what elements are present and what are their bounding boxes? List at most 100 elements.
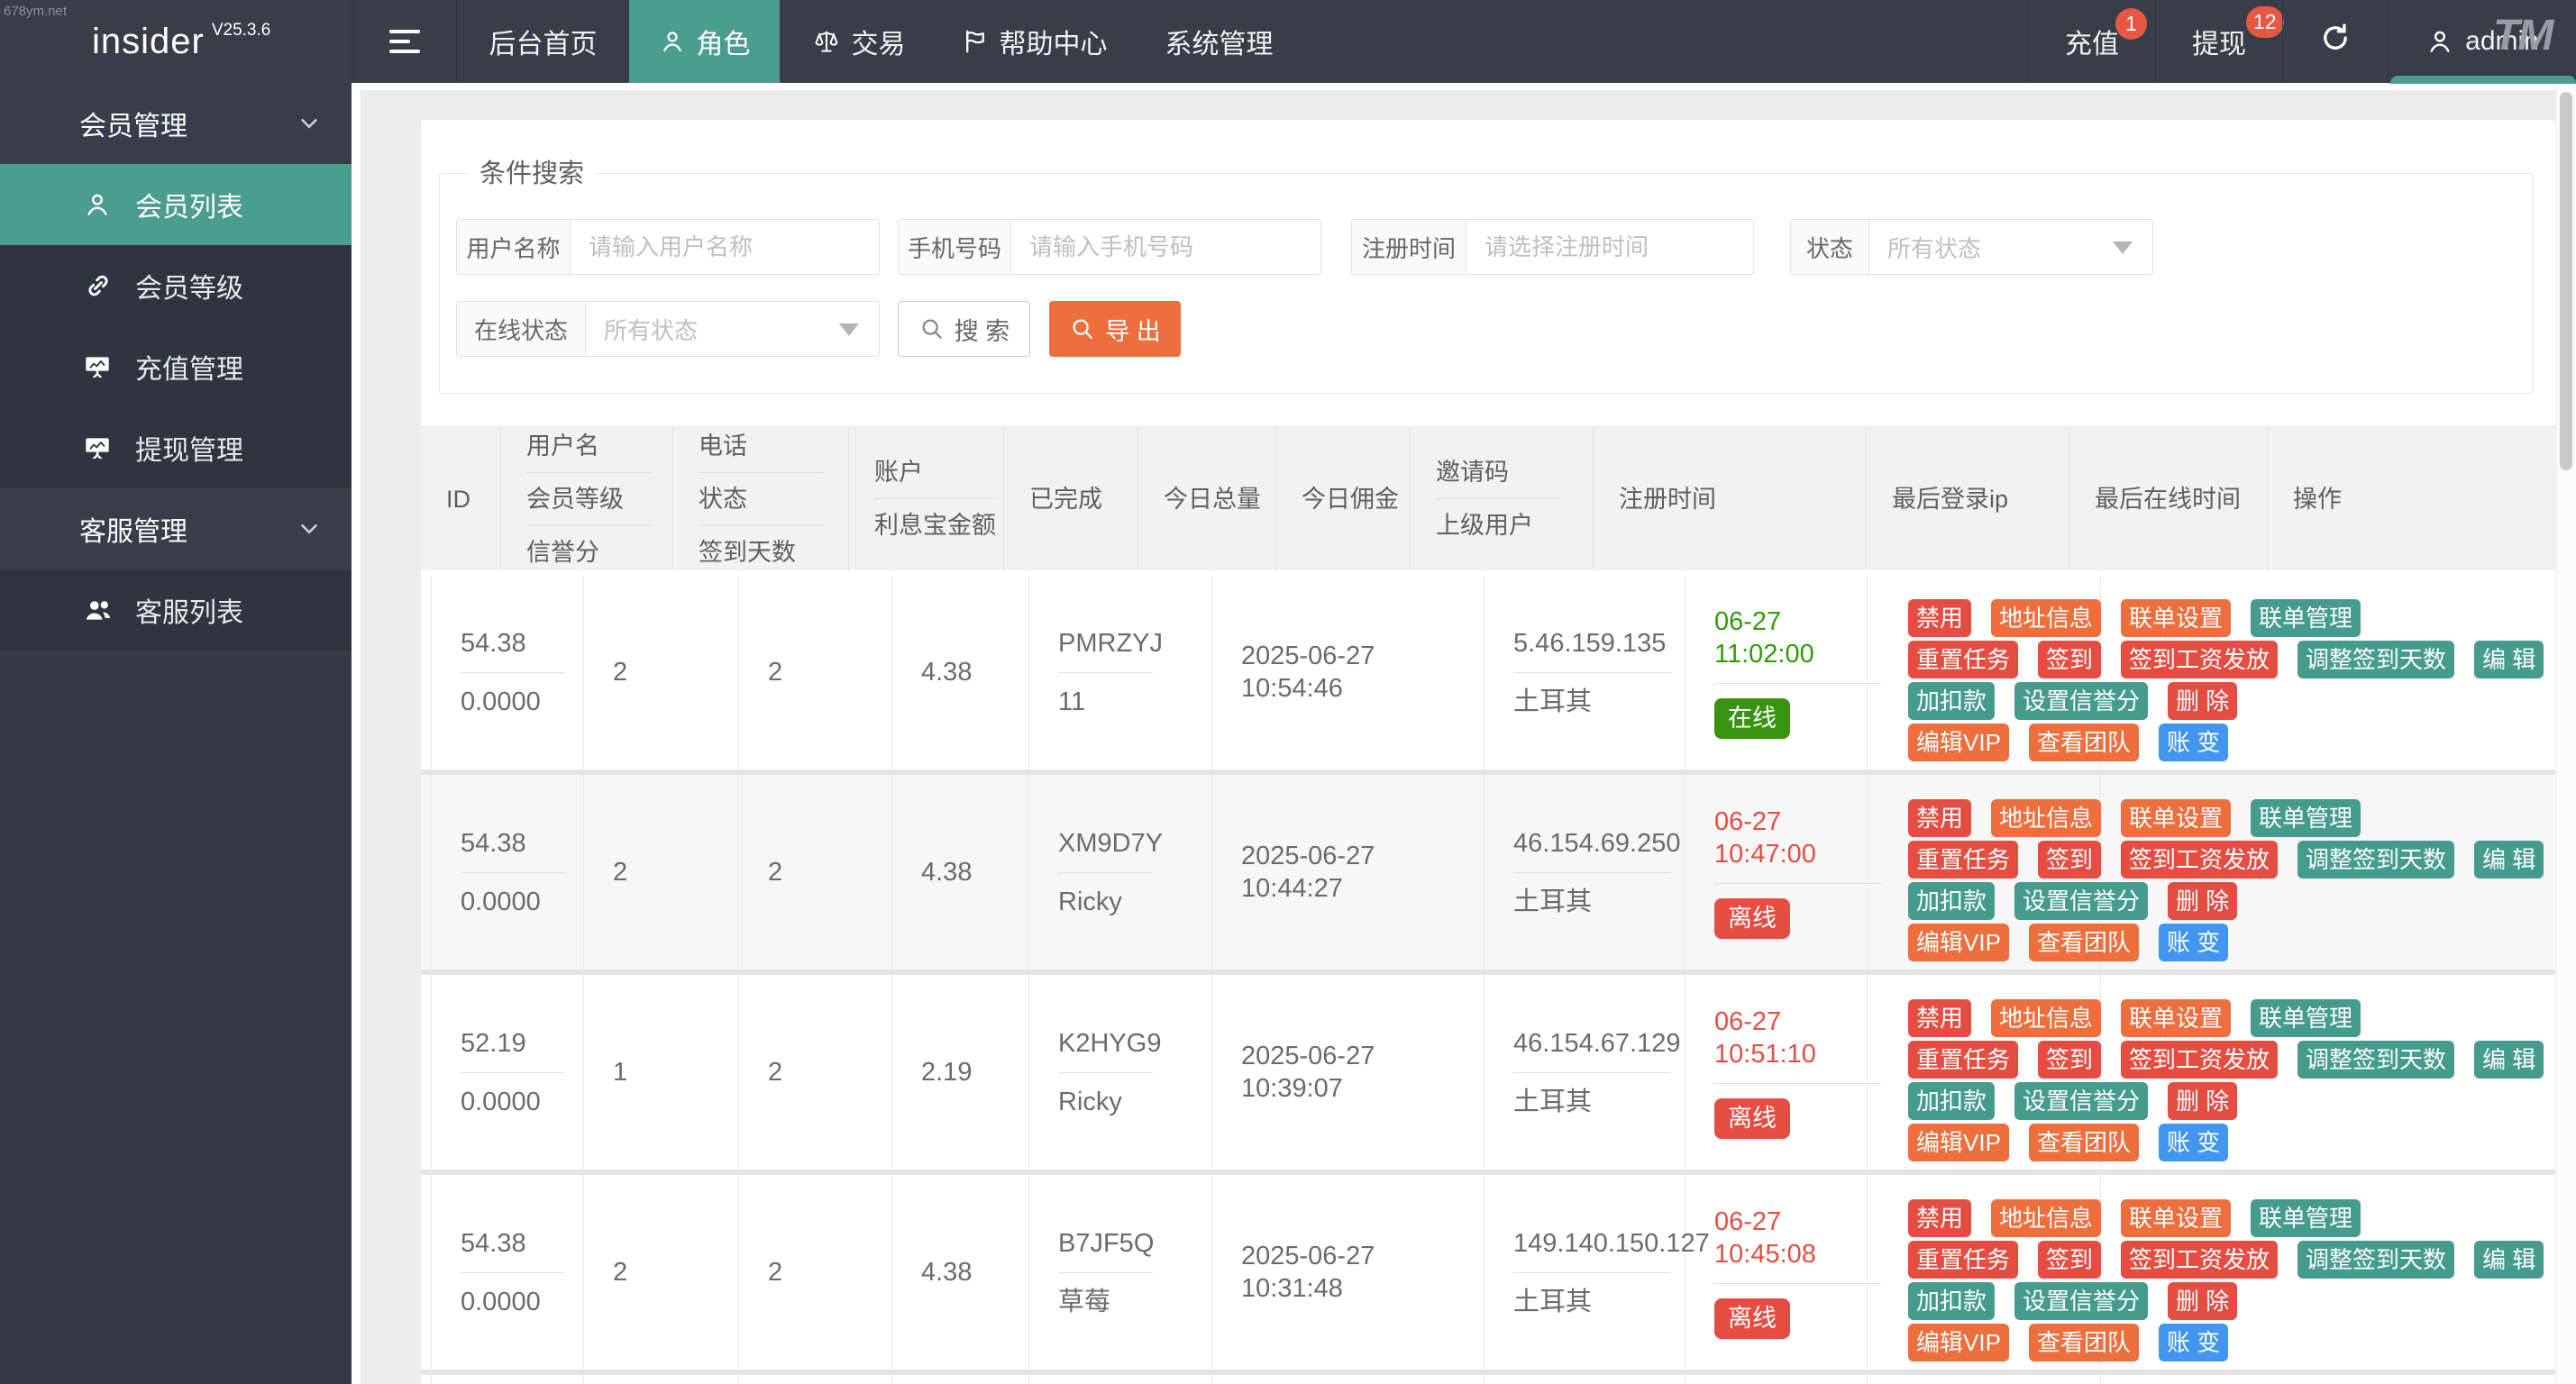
action-button[interactable]: 调整签到天数: [2297, 1241, 2454, 1279]
search-button[interactable]: 搜 索: [898, 301, 1030, 357]
action-button[interactable]: 账 变: [2159, 724, 2228, 761]
sidebar-item-withdraw-management[interactable]: 提现管理: [0, 407, 352, 488]
app-logo-text: insider: [92, 22, 205, 62]
action-button[interactable]: 重置任务: [1908, 1041, 2018, 1079]
action-button[interactable]: 编辑VIP: [1908, 1324, 2009, 1361]
refresh-button[interactable]: [2282, 0, 2388, 83]
action-button[interactable]: 账 变: [2159, 1124, 2228, 1161]
action-button[interactable]: 设置信誉分: [2014, 1282, 2148, 1320]
action-button[interactable]: 查看团队: [2029, 1124, 2139, 1161]
action-button[interactable]: 联单管理: [2251, 1199, 2361, 1237]
phone-input[interactable]: [1011, 220, 1320, 274]
action-button[interactable]: 联单设置: [2121, 1199, 2231, 1237]
action-button[interactable]: 签到工资发放: [2121, 1241, 2278, 1279]
action-button[interactable]: 地址信息: [1991, 799, 2101, 837]
action-button[interactable]: 编 辑: [2474, 841, 2544, 879]
action-button[interactable]: 加扣款: [1908, 1082, 1995, 1120]
action-button[interactable]: 重置任务: [1908, 841, 2018, 879]
action-button[interactable]: 编辑VIP: [1908, 924, 2009, 961]
tab-system[interactable]: 系统管理: [1131, 0, 1307, 83]
action-button[interactable]: 账 变: [2159, 924, 2228, 961]
tab-roles[interactable]: 角色: [629, 0, 780, 83]
people-icon: [83, 595, 114, 625]
withdraw-button[interactable]: 提现 12: [2155, 0, 2282, 83]
online-status-select[interactable]: 所有状态: [586, 302, 879, 356]
action-button[interactable]: 编辑VIP: [1908, 1124, 2009, 1161]
sidebar-group-member-management[interactable]: 会员管理: [0, 83, 352, 164]
action-button[interactable]: 签到: [2038, 1241, 2101, 1279]
action-button[interactable]: 删 除: [2168, 682, 2237, 720]
action-button[interactable]: 签到: [2038, 1041, 2101, 1079]
parent-user: Ricky: [1058, 886, 1211, 918]
action-button[interactable]: 设置信誉分: [2014, 882, 2148, 920]
phone-field-group: 手机号码: [898, 219, 1321, 275]
username-input[interactable]: [571, 220, 879, 274]
action-button[interactable]: 禁用: [1908, 799, 1971, 837]
action-button[interactable]: 签到工资发放: [2121, 841, 2278, 879]
action-button[interactable]: 查看团队: [2029, 1324, 2139, 1361]
action-button[interactable]: 调整签到天数: [2297, 841, 2454, 879]
action-button[interactable]: 签到: [2038, 841, 2101, 879]
member-level: 2: [613, 856, 738, 888]
action-button[interactable]: 编 辑: [2474, 641, 2544, 678]
tab-trade[interactable]: 交易: [780, 0, 937, 83]
account-balance: 54.38: [461, 1227, 583, 1260]
action-button[interactable]: 重置任务: [1908, 1241, 2018, 1279]
register-time-input[interactable]: [1466, 220, 1753, 274]
action-button[interactable]: 加扣款: [1908, 882, 1995, 920]
action-button[interactable]: 重置任务: [1908, 641, 2018, 678]
menu-collapse-button[interactable]: [352, 0, 457, 83]
register-time: 2025-06-27 10:39:07: [1241, 1040, 1484, 1105]
status-badge: 在线: [1714, 698, 1790, 739]
action-button[interactable]: 设置信誉分: [2014, 1082, 2148, 1120]
action-button[interactable]: 设置信誉分: [2014, 682, 2148, 720]
action-button[interactable]: 禁用: [1908, 1199, 1971, 1237]
action-button[interactable]: 删 除: [2168, 882, 2237, 920]
action-button[interactable]: 查看团队: [2029, 724, 2139, 761]
action-button[interactable]: 联单设置: [2121, 799, 2231, 837]
sidebar-item-member-level[interactable]: 会员等级: [0, 245, 352, 326]
recharge-button[interactable]: 充值 1: [2028, 0, 2155, 83]
action-button[interactable]: 禁用: [1908, 599, 1971, 637]
action-button[interactable]: 删 除: [2168, 1082, 2237, 1120]
action-button[interactable]: 删 除: [2168, 1282, 2237, 1320]
action-button[interactable]: 联单管理: [2251, 799, 2361, 837]
table-header: ID 用户名 会员等级 信誉分 电话 状态 签到天数 账户 利息宝金额 已完成 …: [421, 426, 2555, 570]
last-online-time: 06-27 10:47:00: [1714, 806, 1867, 870]
col-username: 用户名 会员等级 信誉分: [501, 427, 673, 570]
action-button[interactable]: 联单管理: [2251, 599, 2361, 637]
action-button[interactable]: 签到: [2038, 641, 2101, 678]
action-button[interactable]: 调整签到天数: [2297, 1041, 2454, 1079]
sidebar-item-service-list[interactable]: 客服列表: [0, 569, 352, 651]
tab-help-center[interactable]: 帮助中心: [937, 0, 1131, 83]
action-button[interactable]: 编 辑: [2474, 1241, 2544, 1279]
tab-dashboard[interactable]: 后台首页: [457, 0, 629, 83]
action-button[interactable]: 联单管理: [2251, 999, 2361, 1037]
action-button[interactable]: 地址信息: [1991, 999, 2101, 1037]
sidebar-item-member-list[interactable]: 会员列表: [0, 164, 352, 245]
action-button[interactable]: 禁用: [1908, 999, 1971, 1037]
action-button[interactable]: 联单设置: [2121, 999, 2231, 1037]
watermark-tm: TM: [2493, 11, 2552, 60]
action-button[interactable]: 查看团队: [2029, 924, 2139, 961]
action-button[interactable]: 联单设置: [2121, 599, 2231, 637]
status-select[interactable]: 所有状态: [1869, 220, 2152, 274]
sidebar-item-recharge-management[interactable]: 充值管理: [0, 326, 352, 407]
action-button[interactable]: 地址信息: [1991, 1199, 2101, 1237]
action-button[interactable]: 编 辑: [2474, 1041, 2544, 1079]
scrollbar-thumb[interactable]: [2560, 92, 2572, 470]
action-button[interactable]: 地址信息: [1991, 599, 2101, 637]
action-button[interactable]: 编辑VIP: [1908, 724, 2009, 761]
sidebar-group-service-management[interactable]: 客服管理: [0, 488, 352, 569]
action-button[interactable]: 签到工资发放: [2121, 1041, 2278, 1079]
today-commission: 4.38: [921, 1256, 1028, 1288]
action-button[interactable]: 加扣款: [1908, 682, 1995, 720]
action-button[interactable]: 账 变: [2159, 1324, 2228, 1361]
action-button[interactable]: 加扣款: [1908, 1282, 1995, 1320]
sidebar: 会员管理 会员列表 会员等级 充值管理 提: [0, 83, 352, 1384]
action-button[interactable]: 调整签到天数: [2297, 641, 2454, 678]
page-scrollbar[interactable]: [2555, 83, 2576, 1384]
ip-location: 土耳其: [1513, 886, 1685, 918]
export-button[interactable]: 导 出: [1049, 301, 1181, 357]
action-button[interactable]: 签到工资发放: [2121, 641, 2278, 678]
